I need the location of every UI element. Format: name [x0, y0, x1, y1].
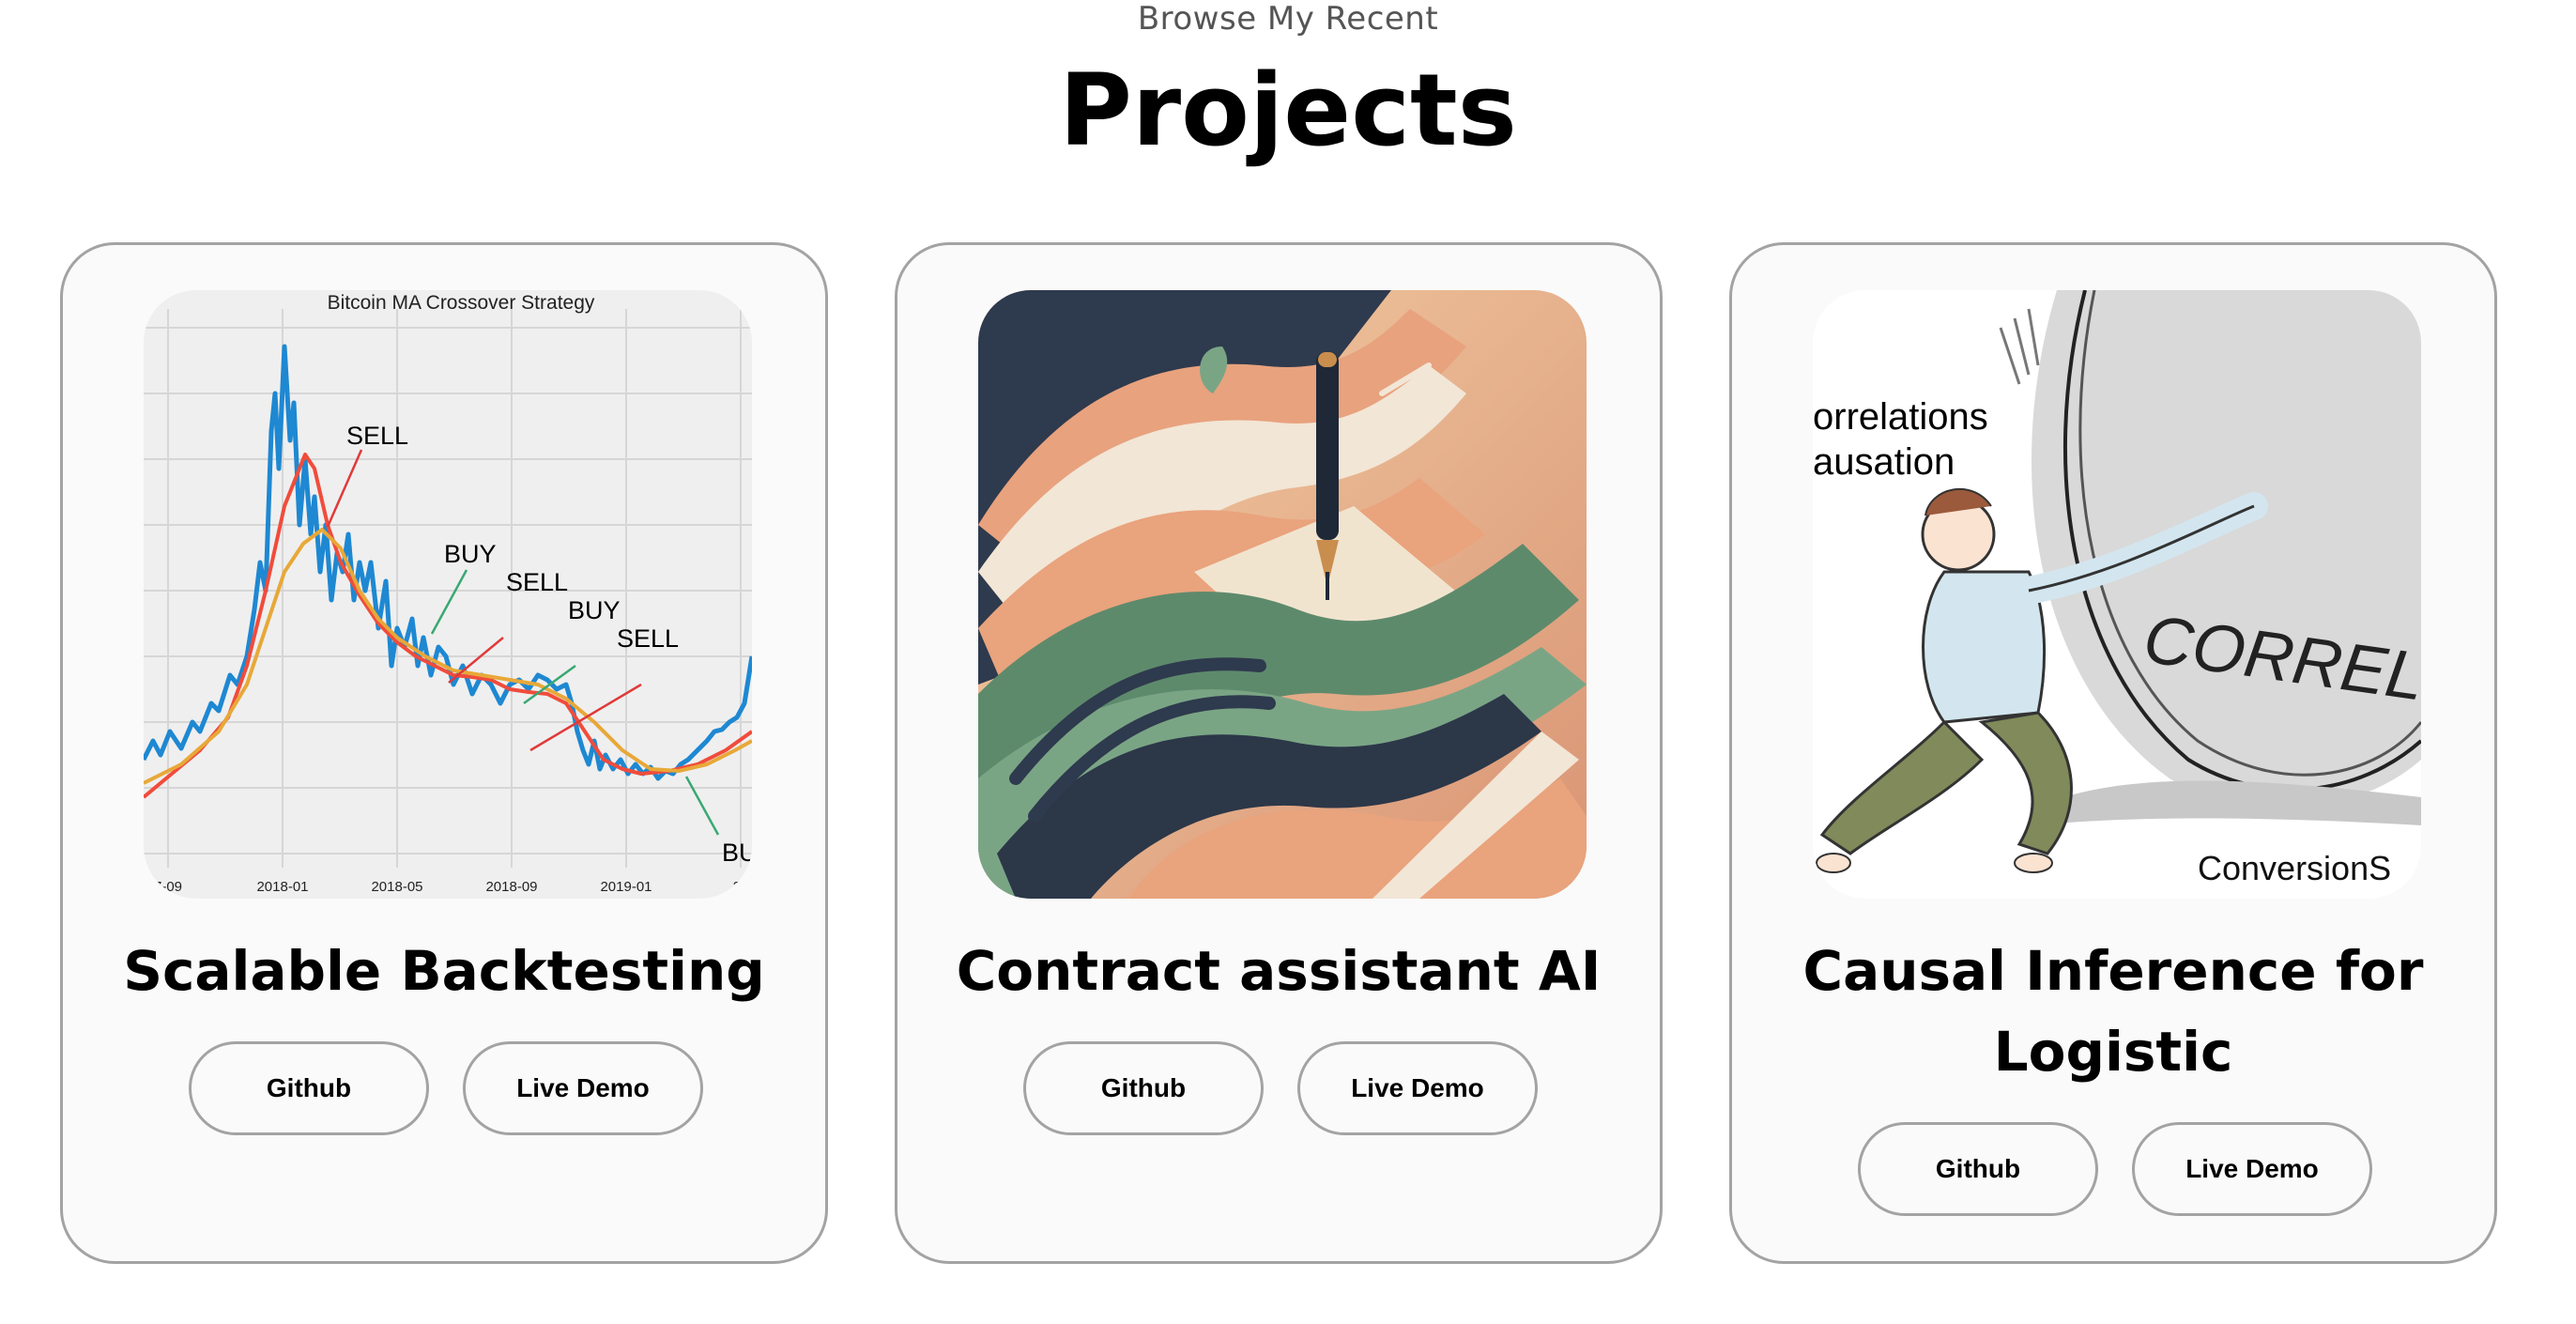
chart-x-tick: 20	[733, 879, 749, 895]
project-card-contract-ai: Contract assistant AI Github Live Demo	[895, 242, 1663, 1264]
chart-x-tick: 2018-09	[485, 879, 537, 895]
project-image-bitcoin-chart: Bitcoin MA Crossover Strategy SELL BUY S…	[144, 290, 752, 899]
live-demo-button[interactable]: Live Demo	[2132, 1122, 2372, 1216]
cartoon-text-causation: ausation	[1813, 441, 1955, 483]
chart-title: Bitcoin MA Crossover Strategy	[328, 292, 595, 314]
project-image-correlation-cartoon: orrelations ausation CORREL ConversionS	[1813, 290, 2421, 899]
chart-x-tick: 2018-01	[256, 879, 308, 895]
cartoon-text-brand: ConversionS	[2198, 849, 2391, 887]
chart-annotation-buy-3: BU	[722, 839, 752, 867]
chart-annotation-buy-1: BUY	[444, 540, 497, 568]
live-demo-button[interactable]: Live Demo	[463, 1041, 703, 1135]
project-card-causal-inference: orrelations ausation CORREL ConversionS …	[1729, 242, 2497, 1264]
project-title: Causal Inference for Logistic	[1802, 939, 2424, 1084]
chart-annotation-sell-2: SELL	[506, 568, 568, 596]
project-title: Scalable Backtesting	[123, 939, 765, 1003]
cartoon-text-correlations: orrelations	[1813, 396, 1988, 438]
chart-annotation-sell-1: SELL	[346, 422, 408, 450]
section-title: Projects	[1059, 53, 1517, 168]
chart-annotation-sell-3: SELL	[617, 624, 679, 653]
chart-x-tick: 2018-05	[371, 879, 422, 895]
bitcoin-chart-graphic: Bitcoin MA Crossover Strategy SELL BUY S…	[144, 290, 752, 899]
project-title: Contract assistant AI	[956, 939, 1602, 1003]
project-image-paper-pen-illustration	[978, 290, 1587, 899]
live-demo-button[interactable]: Live Demo	[1297, 1041, 1538, 1135]
project-card-backtesting: Bitcoin MA Crossover Strategy SELL BUY S…	[60, 242, 828, 1264]
correlation-cartoon: orrelations ausation CORREL ConversionS	[1813, 290, 2421, 899]
github-button[interactable]: Github	[1023, 1041, 1264, 1135]
section-subtitle: Browse My Recent	[1137, 0, 1439, 38]
chart-annotation-buy-2: BUY	[568, 596, 621, 624]
paper-pen-illustration	[978, 290, 1587, 899]
chart-x-tick: 2019-01	[600, 879, 652, 895]
github-button[interactable]: Github	[1858, 1122, 2098, 1216]
github-button[interactable]: Github	[189, 1041, 429, 1135]
chart-x-tick: 7-09	[154, 879, 182, 895]
